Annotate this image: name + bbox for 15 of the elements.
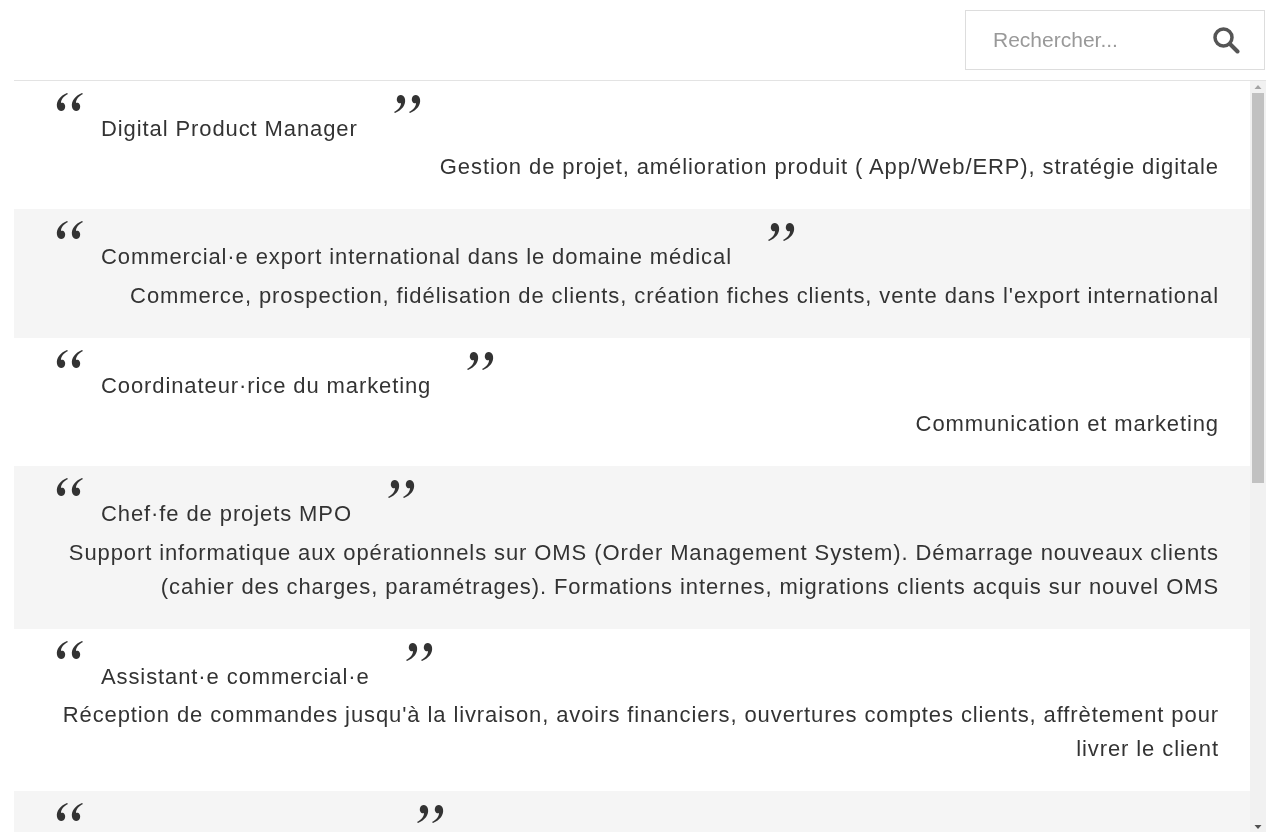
job-title: Chef·fe de projets MPO [101, 501, 352, 528]
search-input[interactable]: Rechercher... [991, 23, 1191, 57]
scrollbar-thumb[interactable] [1252, 93, 1264, 483]
search-icon[interactable] [1212, 26, 1240, 54]
job-title: Digital Product Manager [101, 116, 358, 143]
scrollbar[interactable] [1250, 81, 1266, 832]
job-title: Coordinateur·rice du marketing [101, 372, 432, 400]
job-description: Réception de commandes jusqu'à la livraison, avoirs financiers, ouvertures comptes clients, affrètement pour livrer le client [61, 700, 1219, 763]
job-description: Communication et marketing [914, 410, 1219, 439]
job-title: Commercial·e export international dans le domaine médical [101, 244, 732, 271]
job-title: Assistant·e commercial·e [101, 663, 370, 690]
job-description: Support informatique aux opérationnels sur OMS (Order Management System). Démarrage nouveaux clients (cahier des charges, paramétrages). Formations internes, migrations clients acquis sur nouvel OMS [67, 538, 1219, 601]
search-field[interactable]: Rechercher... [965, 10, 1265, 70]
job-description: Gestion de projet, amélioration produit ( App/Web/ERP), stratégie digitale [438, 153, 1219, 182]
job-description: Commerce, prospection, fidélisation de clients, création fiches clients, vente dans l'export international [129, 281, 1219, 310]
